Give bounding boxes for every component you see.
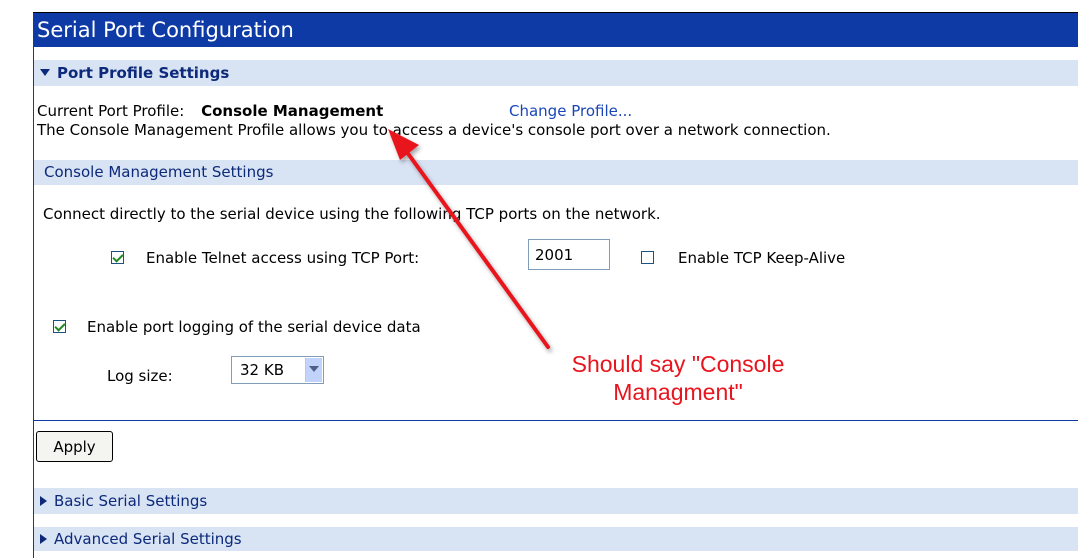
annotation-line-2: Managment" — [613, 379, 743, 405]
annotation-arrow-icon — [388, 129, 550, 349]
annotation-note: Should say "Console Managment" — [528, 350, 828, 406]
annotation-line-1: Should say "Console — [571, 351, 785, 377]
